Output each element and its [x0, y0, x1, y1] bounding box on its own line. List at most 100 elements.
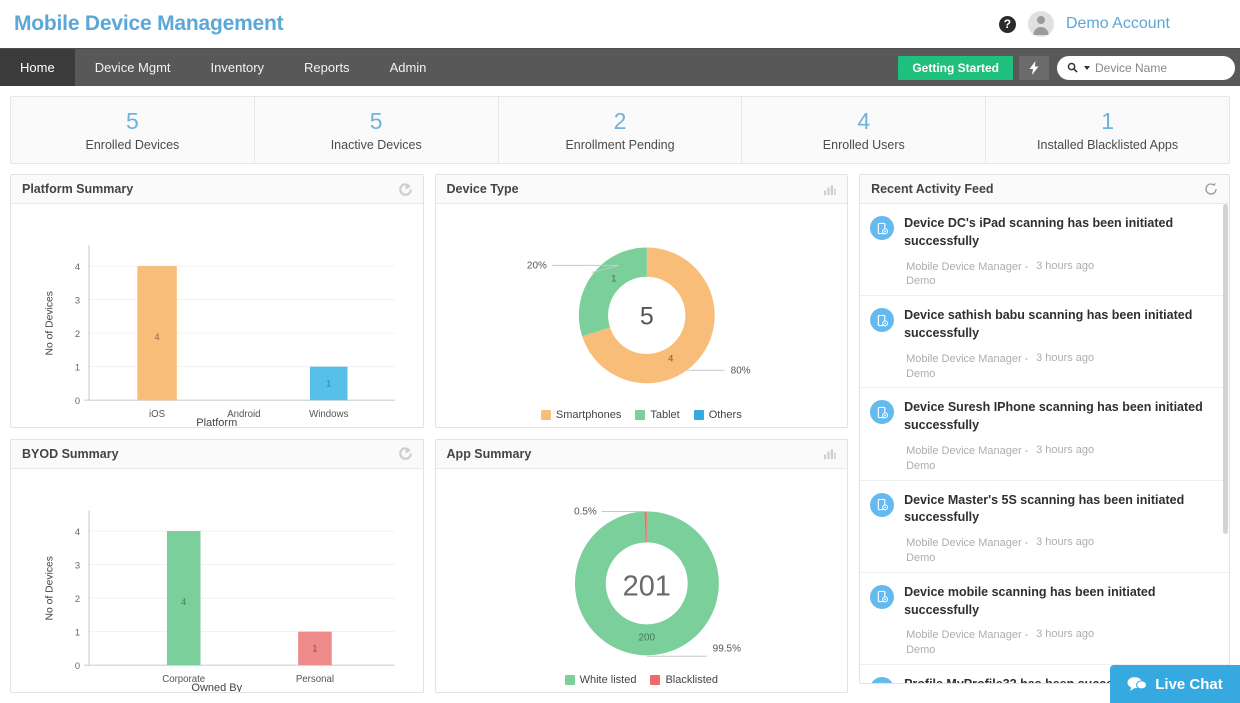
svg-text:2: 2 [75, 594, 80, 604]
stat-label: Enrollment Pending [565, 137, 675, 152]
feed-title: Recent Activity Feed [871, 182, 994, 196]
stat-enrolled-devices[interactable]: 5 Enrolled Devices [11, 97, 255, 163]
legend-item-smartphones[interactable]: Smartphones [540, 408, 622, 421]
search-box[interactable] [1057, 55, 1240, 80]
feed-item-time: 3 hours ago [1036, 259, 1095, 272]
card-header: Platform Summary [11, 175, 423, 204]
nav-item-reports[interactable]: Reports [284, 49, 370, 86]
live-chat-label: Live Chat [1155, 675, 1223, 693]
live-chat-button[interactable]: Live Chat [1110, 665, 1240, 703]
card-device-type: Device Type 5 1 4 20% 80% Smartphones Ta… [434, 174, 849, 428]
card-app-summary: App Summary 201 200 0.5% 99.5% White lis… [434, 438, 849, 693]
feed-item-source: Mobile Device Manager - Demo [906, 444, 1029, 472]
nav-item-device-mgmt[interactable]: Device Mgmt [75, 49, 191, 86]
stat-label: Enrolled Devices [85, 137, 180, 152]
card-title: BYOD Summary [22, 446, 119, 461]
legend-item-others[interactable]: Others [693, 409, 742, 421]
chart-legend: Smartphones Tablet Others [436, 409, 848, 421]
legend-label: Smartphones [555, 408, 622, 421]
avatar[interactable] [1027, 11, 1054, 37]
pie-chart-icon[interactable] [398, 447, 412, 461]
feed-item-title[interactable]: Device Master's 5S scanning has been ini… [904, 492, 1215, 528]
card-byod-summary: BYOD Summary 4 3 2 1 0 No of Devices 4 1… [10, 438, 424, 693]
svg-text:4: 4 [75, 262, 80, 272]
account-name[interactable]: Demo Account [1066, 15, 1170, 33]
charts-column: Platform Summary 4 3 2 1 0 No of Devices… [10, 174, 849, 693]
feed-list[interactable]: Device DC's iPad scanning has been initi… [860, 204, 1229, 683]
stat-value: 2 [613, 108, 627, 135]
stat-enrollment-pending[interactable]: 2 Enrollment Pending [499, 97, 743, 163]
card-title: Platform Summary [22, 182, 134, 196]
charts-row-2: BYOD Summary 4 3 2 1 0 No of Devices 4 1… [10, 438, 849, 693]
feed-body: Device Master's 5S scanning has been ini… [904, 492, 1215, 566]
bar-chart-icon[interactable] [823, 183, 836, 196]
svg-text:4: 4 [155, 332, 160, 342]
legend-swatch [650, 674, 661, 685]
svg-text:1: 1 [326, 378, 331, 388]
feed-item-source: Mobile Device Manager - Demo [906, 629, 1029, 657]
chart-device-type: 5 1 4 20% 80% Smartphones Tablet Others [436, 204, 848, 427]
pie-chart-icon[interactable] [398, 182, 412, 196]
feed-item-title[interactable]: Device sathish babu scanning has been in… [904, 307, 1215, 343]
device-scan-icon [870, 400, 895, 425]
list-item[interactable]: Device sathish babu scanning has been in… [860, 296, 1229, 389]
svg-text:No of Devices: No of Devices [45, 291, 56, 355]
list-item[interactable]: Device DC's iPad scanning has been initi… [860, 204, 1229, 297]
nav-item-admin[interactable]: Admin [370, 49, 447, 86]
svg-text:80%: 80% [730, 365, 750, 376]
chart-legend: White listed Blacklisted [436, 674, 848, 686]
legend-swatch [635, 409, 646, 420]
stats-section: 5 Enrolled Devices 5 Inactive Devices 2 … [0, 86, 1240, 164]
feed-item-title[interactable]: Device mobile scanning has been initiate… [904, 584, 1215, 620]
device-scan-icon [870, 676, 895, 683]
card-header: App Summary [435, 439, 848, 469]
feed-item-meta: Mobile Device Manager - Demo 3 hours ago [904, 444, 1215, 474]
feed-header: Recent Activity Feed [860, 175, 1229, 204]
legend-label: Blacklisted [665, 673, 719, 686]
legend-swatch [540, 409, 551, 420]
svg-text:20%: 20% [526, 260, 546, 271]
legend-item-blacklisted[interactable]: Blacklisted [650, 674, 718, 686]
getting-started-button[interactable]: Getting Started [898, 55, 1013, 80]
stat-label: Enrolled Users [822, 137, 905, 152]
feed-item-title[interactable]: Device DC's iPad scanning has been initi… [904, 215, 1215, 251]
svg-text:200: 200 [638, 632, 655, 643]
svg-text:99.5%: 99.5% [712, 643, 740, 654]
feed-item-title[interactable]: Device Suresh IPhone scanning has been i… [904, 399, 1215, 435]
device-scan-icon [870, 308, 895, 333]
feed-item-meta: Mobile Device Manager - Demo 3 hours ago [904, 536, 1215, 566]
list-item[interactable]: Device Master's 5S scanning has been ini… [860, 481, 1229, 573]
chart-platform-summary: 4 3 2 1 0 No of Devices 4 1 iOS Android … [11, 204, 423, 427]
card-header: BYOD Summary [11, 439, 423, 469]
feed-item-meta: Mobile Device Manager - Demo 3 hours ago [904, 260, 1215, 290]
search-input[interactable] [1095, 60, 1240, 75]
feed-scrollbar[interactable] [1223, 204, 1228, 534]
app-header: Mobile Device Management ? Demo Account [0, 0, 1240, 48]
x-axis-title: Platform [196, 416, 238, 428]
stat-label: Installed Blacklisted Apps [1037, 137, 1179, 152]
nav-item-home[interactable]: Home [0, 49, 75, 86]
stat-value: 1 [1101, 108, 1114, 135]
list-item[interactable]: Device mobile scanning has been initiate… [860, 573, 1229, 665]
legend-swatch [693, 409, 704, 420]
feed-item-source: Mobile Device Manager - Demo [906, 260, 1029, 288]
legend-swatch [564, 674, 575, 685]
svg-text:0.5%: 0.5% [574, 506, 597, 517]
chevron-down-icon[interactable] [1084, 65, 1090, 70]
refresh-icon[interactable] [1204, 182, 1218, 196]
svg-text:2: 2 [75, 329, 80, 339]
card-recent-activity-feed: Recent Activity Feed Device DC's iPad sc… [859, 174, 1230, 684]
lightning-bolt-icon[interactable] [1019, 55, 1049, 80]
help-icon[interactable]: ? [998, 15, 1016, 33]
nav-item-inventory[interactable]: Inventory [191, 49, 284, 86]
legend-item-white-listed[interactable]: White listed [564, 674, 636, 686]
bar-chart-icon[interactable] [823, 447, 836, 460]
svg-text:3: 3 [75, 296, 80, 306]
list-item[interactable]: Device Suresh IPhone scanning has been i… [860, 388, 1229, 481]
legend-label: Tablet [650, 408, 680, 421]
stat-installed-blacklisted-apps[interactable]: 1 Installed Blacklisted Apps [986, 97, 1229, 163]
dashboard-grid: Platform Summary 4 3 2 1 0 No of Devices… [0, 164, 1240, 693]
legend-item-tablet[interactable]: Tablet [635, 408, 680, 421]
stat-enrolled-users[interactable]: 4 Enrolled Users [742, 97, 987, 163]
stat-inactive-devices[interactable]: 5 Inactive Devices [255, 97, 499, 163]
